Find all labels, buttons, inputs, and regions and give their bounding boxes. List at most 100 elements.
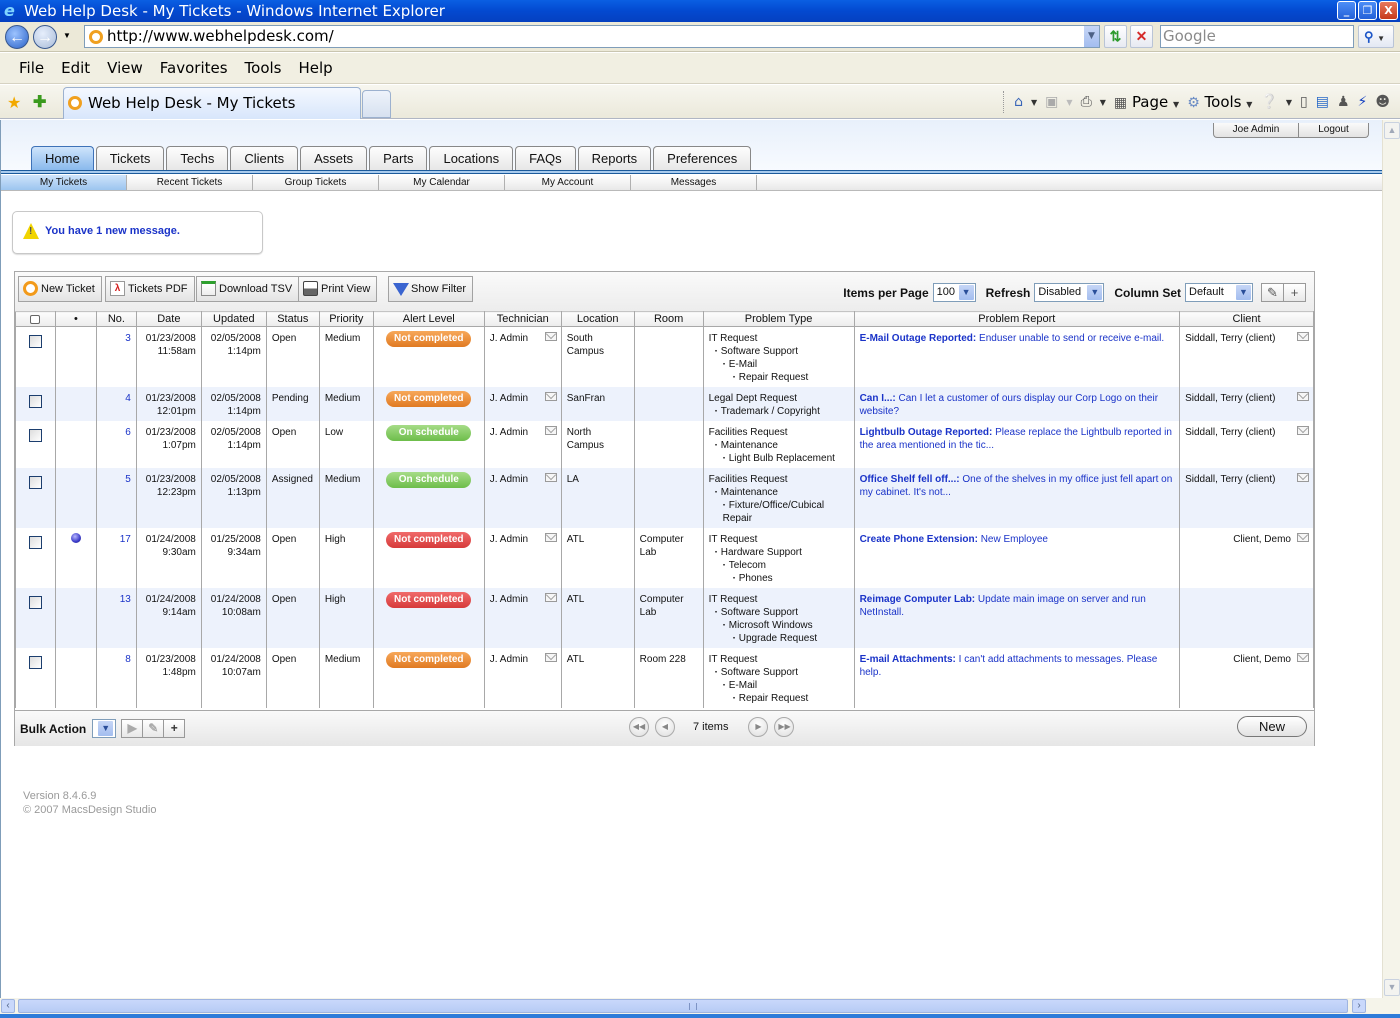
email-technician-icon[interactable] (544, 652, 557, 662)
ticket-number-link[interactable]: 17 (120, 534, 131, 545)
tab-home[interactable]: Home (31, 146, 94, 171)
problem-report-link[interactable]: Office Shelf fell off...: One of the she… (860, 474, 1173, 498)
column-header-priority[interactable]: Priority (318, 311, 374, 327)
horizontal-scrollbar[interactable]: ‹ › (0, 998, 1400, 1014)
subtab-my-tickets[interactable]: My Tickets (1, 175, 127, 190)
column-header-location[interactable]: Location (560, 311, 635, 327)
user-icon[interactable]: ☻ (1375, 94, 1390, 110)
select-all-checkbox[interactable] (30, 314, 41, 324)
table-row[interactable]: 17 01/24/2008 9:30am 01/25/2008 9:34am Open Hi… (15, 527, 1314, 588)
menu-tools[interactable]: Tools (245, 59, 282, 77)
ticket-number-link[interactable]: 8 (125, 654, 131, 665)
page-menu[interactable]: ▦ Page ▼ (1114, 93, 1179, 111)
logout-button[interactable]: Logout (1299, 123, 1369, 138)
row-checkbox[interactable] (28, 394, 42, 408)
edit-column-set-button[interactable]: ✎ (1261, 283, 1284, 302)
new-tab-button[interactable] (362, 90, 391, 118)
subtab-group-tickets[interactable]: Group Tickets (253, 175, 379, 190)
browser-tab-active[interactable]: Web Help Desk - My Tickets (63, 87, 361, 119)
email-client-icon[interactable] (1297, 532, 1309, 542)
subtab-messages[interactable]: Messages (631, 175, 757, 190)
url-input[interactable]: http://www.webhelpdesk.com/ ▼ (84, 25, 1100, 48)
history-dropdown-icon[interactable]: ▼ (63, 31, 71, 40)
email-technician-icon[interactable] (544, 532, 557, 542)
column-header-problem-report[interactable]: Problem Report (853, 311, 1181, 327)
back-button[interactable]: ← (5, 25, 29, 49)
previous-page-button[interactable]: ◀ (655, 717, 675, 737)
refresh-button[interactable]: ⇅ (1104, 25, 1127, 48)
tab-reports[interactable]: Reports (577, 146, 652, 171)
column-set-select[interactable]: Default ▼ (1185, 283, 1253, 302)
column-header-technician[interactable]: Technician (483, 311, 562, 327)
horizontal-scroll-thumb[interactable] (18, 999, 1348, 1013)
email-technician-icon[interactable] (544, 332, 557, 341)
favorites-star-icon[interactable]: ★ (7, 93, 21, 113)
problem-report-link[interactable]: E-Mail Outage Reported: Enduser unable t… (860, 333, 1165, 344)
tab-preferences[interactable]: Preferences (653, 146, 752, 171)
menu-file[interactable]: File (19, 59, 44, 77)
column-header-client[interactable]: Client (1179, 311, 1314, 327)
menu-help[interactable]: Help (299, 59, 333, 77)
home-icon[interactable]: ⌂ (1014, 94, 1023, 110)
ticket-number-link[interactable]: 4 (125, 393, 131, 404)
print-view-button[interactable]: Print View (298, 276, 378, 302)
tickets-pdf-button[interactable]: λ Tickets PDF (105, 276, 195, 302)
email-client-icon[interactable] (1297, 425, 1309, 435)
subtab-my-calendar[interactable]: My Calendar (379, 175, 505, 190)
ticket-number-link[interactable]: 5 (125, 474, 131, 485)
forward-button[interactable]: → (33, 25, 57, 49)
vertical-scrollbar[interactable]: ▲ ▼ (1382, 120, 1400, 998)
print-dropdown-icon[interactable]: ▼ (1100, 98, 1106, 107)
tab-locations[interactable]: Locations (429, 146, 514, 171)
bluetooth-icon[interactable]: ⚡ (1358, 94, 1368, 110)
new-message-link[interactable]: You have 1 new message. (45, 225, 180, 237)
stop-button[interactable]: ✕ (1130, 25, 1153, 48)
subtab-recent-tickets[interactable]: Recent Tickets (127, 175, 253, 190)
tab-clients[interactable]: Clients (230, 146, 299, 171)
row-checkbox[interactable] (28, 595, 42, 609)
column-header-problem-type[interactable]: Problem Type (702, 311, 855, 327)
new-button[interactable]: New (1237, 716, 1307, 737)
bulk-run-button[interactable]: ▶ (121, 719, 144, 738)
tab-parts[interactable]: Parts (369, 146, 428, 171)
ticket-number-link[interactable]: 3 (125, 333, 131, 344)
row-checkbox[interactable] (28, 335, 42, 348)
new-ticket-button[interactable]: New Ticket (18, 276, 102, 302)
close-window-button[interactable]: X (1379, 1, 1398, 20)
print-icon[interactable]: ⎙ (1081, 94, 1092, 110)
table-row[interactable]: 6 01/23/2008 1:07pm 02/05/2008 1:14pm Open Low… (15, 420, 1314, 468)
ticket-number-link[interactable]: 13 (120, 594, 131, 605)
email-technician-icon[interactable] (544, 425, 557, 435)
home-dropdown-icon[interactable]: ▼ (1031, 98, 1037, 107)
table-row[interactable]: 3 01/23/2008 11:58am 02/05/2008 1:14pm Open Me… (15, 326, 1314, 387)
restore-button[interactable]: ❐ (1358, 1, 1377, 20)
last-page-button[interactable]: ▶▶ (774, 717, 795, 737)
table-row[interactable]: 5 01/23/2008 12:23pm 02/05/2008 1:13pm Assign… (15, 467, 1314, 528)
column-header-alert-level[interactable]: Alert Level (372, 311, 485, 327)
show-filter-button[interactable]: Show Filter (388, 276, 474, 302)
problem-report-link[interactable]: Can I...: Can I let a customer of ours d… (860, 393, 1158, 417)
feeds-icon[interactable]: ▣ (1045, 94, 1058, 110)
help-dropdown-icon[interactable]: ▼ (1286, 98, 1292, 107)
subtab-my-account[interactable]: My Account (505, 175, 631, 190)
column-header-no[interactable]: No. (95, 311, 137, 327)
select-all-header[interactable] (15, 311, 56, 327)
research-icon[interactable]: ▤ (1316, 94, 1329, 110)
email-client-icon[interactable] (1297, 332, 1309, 341)
column-header-flag[interactable]: • (54, 311, 97, 327)
items-per-page-select[interactable]: 100 ▼ (932, 283, 976, 302)
url-dropdown-icon[interactable]: ▼ (1084, 26, 1099, 47)
menu-edit[interactable]: Edit (61, 59, 90, 77)
scroll-right-button[interactable]: › (1352, 999, 1366, 1013)
tools-menu[interactable]: ⚙ Tools ▼ (1187, 93, 1252, 111)
first-page-button[interactable]: ◀◀ (629, 717, 649, 737)
row-checkbox[interactable] (28, 428, 42, 442)
problem-report-link[interactable]: Reimage Computer Lab: Update main image … (860, 594, 1146, 618)
scroll-left-button[interactable]: ‹ (1, 999, 15, 1013)
table-row[interactable]: 4 01/23/2008 12:01pm 02/05/2008 1:14pm Pendin… (15, 386, 1314, 421)
column-header-status[interactable]: Status (265, 311, 320, 327)
email-technician-icon[interactable] (544, 472, 557, 482)
download-tsv-button[interactable]: Download TSV (196, 276, 300, 302)
device-icon[interactable]: ▯ (1300, 94, 1308, 110)
column-header-updated[interactable]: Updated (200, 311, 267, 327)
